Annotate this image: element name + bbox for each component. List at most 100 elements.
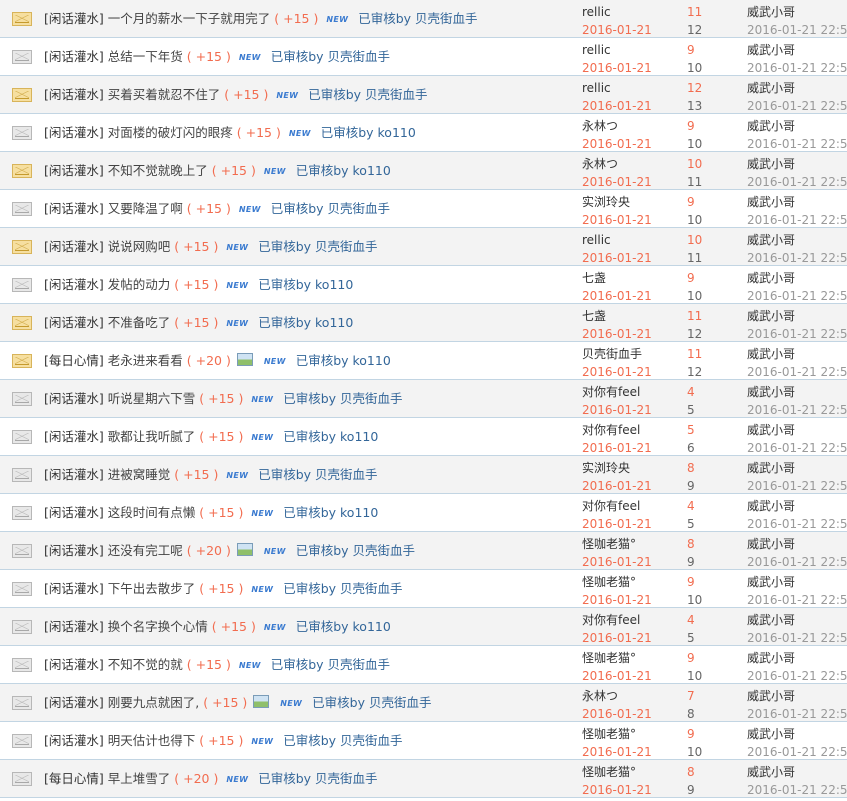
audit-status-link[interactable]: 已审核by 贝壳街血手 — [271, 657, 390, 672]
reply-count[interactable]: 9 — [687, 193, 702, 211]
last-post-time-link[interactable]: 2016-01-21 22:54 — [747, 515, 847, 531]
last-poster-link[interactable]: 威武小哥 — [747, 155, 847, 173]
audit-status-link[interactable]: 已审核by ko110 — [258, 315, 353, 330]
author-link[interactable]: 怪咖老猫° — [582, 573, 652, 591]
thread-status-icon[interactable] — [12, 50, 32, 64]
thread-category-link[interactable]: [闲话灌水] — [44, 163, 104, 178]
thread-subject-link[interactable]: 换个名字换个心情 — [108, 619, 208, 634]
reply-count[interactable]: 8 — [687, 535, 695, 553]
last-poster-link[interactable]: 威武小哥 — [747, 79, 847, 97]
thread-category-link[interactable]: [闲话灌水] — [44, 239, 104, 254]
last-poster-link[interactable]: 威武小哥 — [747, 41, 847, 59]
thread-category-link[interactable]: [闲话灌水] — [44, 125, 104, 140]
thread-subject-link[interactable]: 这段时间有点懒 — [108, 505, 196, 520]
thread-category-link[interactable]: [闲话灌水] — [44, 657, 104, 672]
thread-category-link[interactable]: [闲话灌水] — [44, 315, 104, 330]
reply-count[interactable]: 8 — [687, 763, 695, 781]
last-post-time-link[interactable]: 2016-01-21 22:56 — [747, 173, 847, 189]
reply-count[interactable]: 7 — [687, 687, 695, 705]
last-poster-link[interactable]: 威武小哥 — [747, 307, 847, 325]
thread-status-icon[interactable] — [12, 696, 32, 710]
author-link[interactable]: 永林つ — [582, 155, 652, 173]
thread-status-icon[interactable] — [12, 620, 32, 634]
thread-status-icon[interactable] — [12, 392, 32, 406]
last-post-time-link[interactable]: 2016-01-21 22:53 — [747, 629, 847, 645]
thread-status-icon[interactable] — [12, 658, 32, 672]
thread-subject-link[interactable]: 听说星期六下雪 — [108, 391, 196, 406]
thread-category-link[interactable]: [每日心情] — [44, 353, 104, 368]
last-post-time-link[interactable]: 2016-01-21 22:56 — [747, 249, 847, 265]
thread-category-link[interactable]: [闲话灌水] — [44, 543, 104, 558]
reply-count[interactable]: 10 — [687, 155, 702, 173]
author-link[interactable]: 七盏 — [582, 307, 652, 325]
last-poster-link[interactable]: 威武小哥 — [747, 421, 847, 439]
last-poster-link[interactable]: 威武小哥 — [747, 649, 847, 667]
thread-subject-link[interactable]: 买着买着就忍不住了 — [108, 87, 221, 102]
audit-status-link[interactable]: 已审核by 贝壳街血手 — [296, 543, 415, 558]
thread-subject-link[interactable]: 歌都让我听腻了 — [108, 429, 196, 444]
audit-status-link[interactable]: 已审核by 贝壳街血手 — [258, 467, 377, 482]
thread-status-icon[interactable] — [12, 544, 32, 558]
thread-subject-link[interactable]: 对面楼的破灯闪的眼疼 — [108, 125, 233, 140]
thread-subject-link[interactable]: 说说网购吧 — [108, 239, 171, 254]
reply-count[interactable]: 9 — [687, 725, 702, 743]
thread-subject-link[interactable]: 下午出去散步了 — [108, 581, 196, 596]
thread-status-icon[interactable] — [12, 12, 32, 26]
last-post-time-link[interactable]: 2016-01-21 22:53 — [747, 667, 847, 683]
last-post-time-link[interactable]: 2016-01-21 22:52 — [747, 705, 847, 721]
reply-count[interactable]: 4 — [687, 383, 695, 401]
thread-subject-link[interactable]: 又要降温了啊 — [108, 201, 183, 216]
thread-category-link[interactable]: [闲话灌水] — [44, 733, 104, 748]
author-link[interactable]: 实浏玲央 — [582, 459, 652, 477]
last-post-time-link[interactable]: 2016-01-21 22:52 — [747, 781, 847, 797]
audit-status-link[interactable]: 已审核by ko110 — [283, 429, 378, 444]
thread-subject-link[interactable]: 一个月的薪水一下子就用完了 — [108, 11, 271, 26]
last-poster-link[interactable]: 威武小哥 — [747, 269, 847, 287]
last-poster-link[interactable]: 威武小哥 — [747, 3, 847, 21]
thread-status-icon[interactable] — [12, 126, 32, 140]
audit-status-link[interactable]: 已审核by ko110 — [258, 277, 353, 292]
last-poster-link[interactable]: 威武小哥 — [747, 573, 847, 591]
last-poster-link[interactable]: 威武小哥 — [747, 611, 847, 629]
thread-subject-link[interactable]: 刚要九点就困了, — [108, 695, 199, 710]
thread-subject-link[interactable]: 明天估计也得下 — [108, 733, 196, 748]
audit-status-link[interactable]: 已审核by 贝壳街血手 — [283, 733, 402, 748]
last-poster-link[interactable]: 威武小哥 — [747, 193, 847, 211]
thread-status-icon[interactable] — [12, 164, 32, 178]
thread-category-link[interactable]: [闲话灌水] — [44, 619, 104, 634]
thread-subject-link[interactable]: 老永进来看看 — [108, 353, 183, 368]
thread-category-link[interactable]: [闲话灌水] — [44, 695, 104, 710]
author-link[interactable]: 对你有feel — [582, 421, 652, 439]
reply-count[interactable]: 9 — [687, 649, 702, 667]
last-poster-link[interactable]: 威武小哥 — [747, 345, 847, 363]
thread-status-icon[interactable] — [12, 582, 32, 596]
thread-category-link[interactable]: [闲话灌水] — [44, 49, 104, 64]
last-post-time-link[interactable]: 2016-01-21 22:55 — [747, 287, 847, 303]
thread-category-link[interactable]: [闲话灌水] — [44, 505, 104, 520]
thread-category-link[interactable]: [闲话灌水] — [44, 87, 104, 102]
reply-count[interactable]: 9 — [687, 117, 702, 135]
audit-status-link[interactable]: 已审核by ko110 — [283, 505, 378, 520]
last-post-time-link[interactable]: 2016-01-21 22:54 — [747, 477, 847, 493]
author-link[interactable]: 贝壳街血手 — [582, 345, 652, 363]
reply-count[interactable]: 5 — [687, 421, 695, 439]
reply-count[interactable]: 9 — [687, 269, 702, 287]
audit-status-link[interactable]: 已审核by 贝壳街血手 — [283, 391, 402, 406]
last-post-time-link[interactable]: 2016-01-21 22:57 — [747, 135, 847, 151]
thread-status-icon[interactable] — [12, 202, 32, 216]
reply-count[interactable]: 4 — [687, 497, 695, 515]
last-poster-link[interactable]: 威武小哥 — [747, 687, 847, 705]
author-link[interactable]: 对你有feel — [582, 497, 652, 515]
last-post-time-link[interactable]: 2016-01-21 22:54 — [747, 401, 847, 417]
audit-status-link[interactable]: 已审核by 贝壳街血手 — [271, 201, 390, 216]
reply-count[interactable]: 11 — [687, 307, 702, 325]
author-link[interactable]: rellic — [582, 3, 652, 21]
thread-status-icon[interactable] — [12, 430, 32, 444]
thread-status-icon[interactable] — [12, 354, 32, 368]
thread-category-link[interactable]: [闲话灌水] — [44, 429, 104, 444]
audit-status-link[interactable]: 已审核by 贝壳街血手 — [308, 87, 427, 102]
thread-category-link[interactable]: [闲话灌水] — [44, 467, 104, 482]
last-poster-link[interactable]: 威武小哥 — [747, 725, 847, 743]
author-link[interactable]: 永林つ — [582, 117, 652, 135]
author-link[interactable]: 怪咖老猫° — [582, 763, 652, 781]
